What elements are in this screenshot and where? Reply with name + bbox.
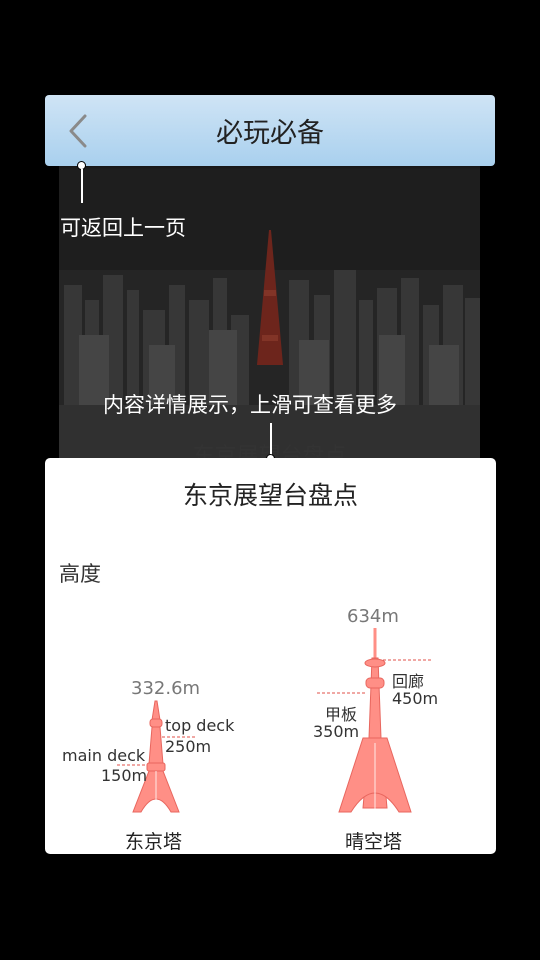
corridor-height: 450m bbox=[392, 689, 439, 708]
page-title: 必玩必备 bbox=[216, 118, 324, 149]
main-deck-height: 150m bbox=[101, 766, 148, 785]
annotation-content: 内容详情展示，上滑可查看更多 bbox=[103, 393, 397, 417]
header-bar: 必玩必备 bbox=[45, 95, 495, 166]
skytree-height: 634m bbox=[347, 606, 399, 627]
tokyo-tower-name: 东京塔 bbox=[125, 831, 183, 853]
annotation-back: 可返回上一页 bbox=[60, 216, 186, 240]
deck-height: 350m bbox=[313, 722, 360, 741]
top-deck-height: 250m bbox=[165, 737, 212, 756]
tower-height-chart bbox=[117, 628, 433, 813]
main-deck-label: main deck bbox=[62, 746, 146, 765]
top-deck-label: top deck bbox=[165, 716, 235, 735]
annotation-line-content bbox=[270, 423, 272, 457]
content-card[interactable]: 东京展望台盘点 高度 332.6m top deck 250m main dec… bbox=[45, 458, 496, 854]
tokyo-tower-height: 332.6m bbox=[131, 678, 201, 699]
annotation-line-back bbox=[81, 169, 83, 203]
skytree-name: 晴空塔 bbox=[345, 831, 403, 853]
